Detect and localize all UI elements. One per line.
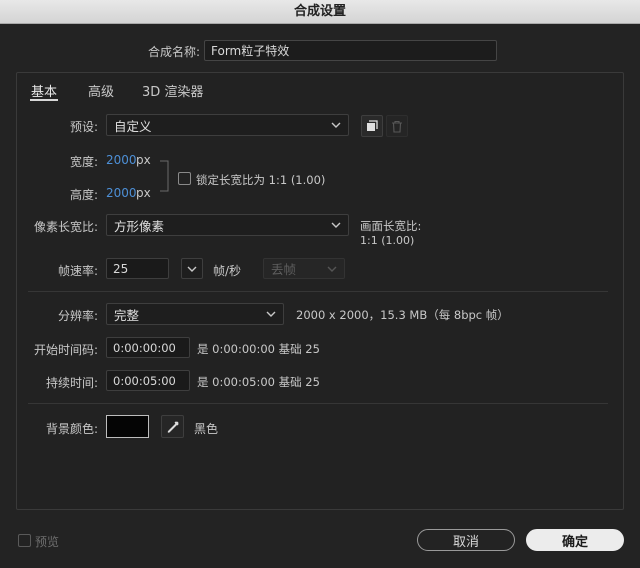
resolution-info: 2000 x 2000，15.3 MB（每 8bpc 帧） (296, 308, 509, 322)
window-title: 合成设置 (0, 0, 640, 24)
tab-advanced[interactable]: 高级 (88, 81, 114, 100)
chevron-down-icon (187, 266, 197, 272)
chevron-down-icon (331, 222, 341, 228)
preview-label: 预览 (35, 535, 60, 549)
new-preset-icon (367, 120, 378, 131)
height-unit: px (136, 186, 151, 200)
pixel-aspect-label: 像素长宽比: (33, 220, 98, 234)
bg-color-label: 背景颜色: (45, 422, 98, 436)
preset-label: 预设: (69, 120, 98, 134)
frame-aspect-value: 1:1 (1.00) (360, 234, 415, 247)
frame-aspect-label: 画面长宽比: (360, 219, 422, 233)
resolution-label: 分辨率: (57, 309, 98, 323)
chevron-down-icon (266, 311, 276, 317)
eyedropper-icon (167, 421, 178, 433)
duration-info: 是 0:00:05:00 基础 25 (197, 375, 320, 389)
duration-label: 持续时间: (45, 376, 98, 390)
height-label: 高度: (69, 188, 98, 202)
comp-name-input[interactable]: Form粒子特效 (204, 40, 497, 61)
cancel-button[interactable]: 取消 (417, 529, 515, 551)
pixel-aspect-dropdown[interactable]: 方形像素 (106, 214, 349, 236)
bg-color-name: 黑色 (194, 422, 219, 436)
drop-frame-dropdown: 丢帧 (263, 258, 345, 279)
start-timecode-info: 是 0:00:00:00 基础 25 (197, 342, 320, 356)
resolution-value: 完整 (114, 307, 140, 323)
frame-rate-dropdown-button[interactable] (181, 258, 203, 279)
trash-icon (392, 120, 402, 133)
drop-frame-value: 丢帧 (271, 262, 297, 277)
frame-rate-input[interactable]: 25 (106, 258, 169, 279)
preview-checkbox[interactable] (18, 534, 31, 547)
frame-rate-unit: 帧/秒 (213, 264, 242, 278)
duration-input[interactable]: 0:00:05:00 (106, 370, 190, 391)
ok-button[interactable]: 确定 (526, 529, 624, 551)
tab-active-indicator (30, 99, 58, 101)
save-preset-button[interactable] (361, 115, 383, 137)
bg-color-swatch[interactable] (106, 415, 149, 438)
start-timecode-label: 开始时间码: (33, 343, 98, 357)
pixel-aspect-value: 方形像素 (114, 218, 165, 234)
link-bracket-icon (160, 160, 169, 192)
preset-dropdown[interactable]: 自定义 (106, 114, 349, 136)
width-unit: px (136, 153, 151, 167)
separator (28, 403, 608, 404)
tab-3d-renderer[interactable]: 3D 渲染器 (142, 81, 203, 100)
preset-value: 自定义 (114, 118, 152, 134)
height-value[interactable]: 2000 (106, 186, 137, 200)
width-value[interactable]: 2000 (106, 153, 137, 167)
chevron-down-icon (327, 266, 337, 272)
separator (28, 291, 608, 292)
lock-aspect-label: 锁定长宽比为 1:1 (1.00) (196, 173, 326, 187)
delete-preset-button[interactable] (386, 115, 408, 137)
chevron-down-icon (331, 122, 341, 128)
resolution-dropdown[interactable]: 完整 (106, 303, 284, 325)
comp-name-label: 合成名称: (147, 45, 200, 59)
width-label: 宽度: (69, 155, 98, 169)
frame-rate-label: 帧速率: (57, 264, 98, 278)
eyedropper-button[interactable] (161, 415, 184, 438)
lock-aspect-checkbox[interactable] (178, 172, 191, 185)
tab-basic[interactable]: 基本 (31, 81, 57, 100)
start-timecode-input[interactable]: 0:00:00:00 (106, 337, 190, 358)
